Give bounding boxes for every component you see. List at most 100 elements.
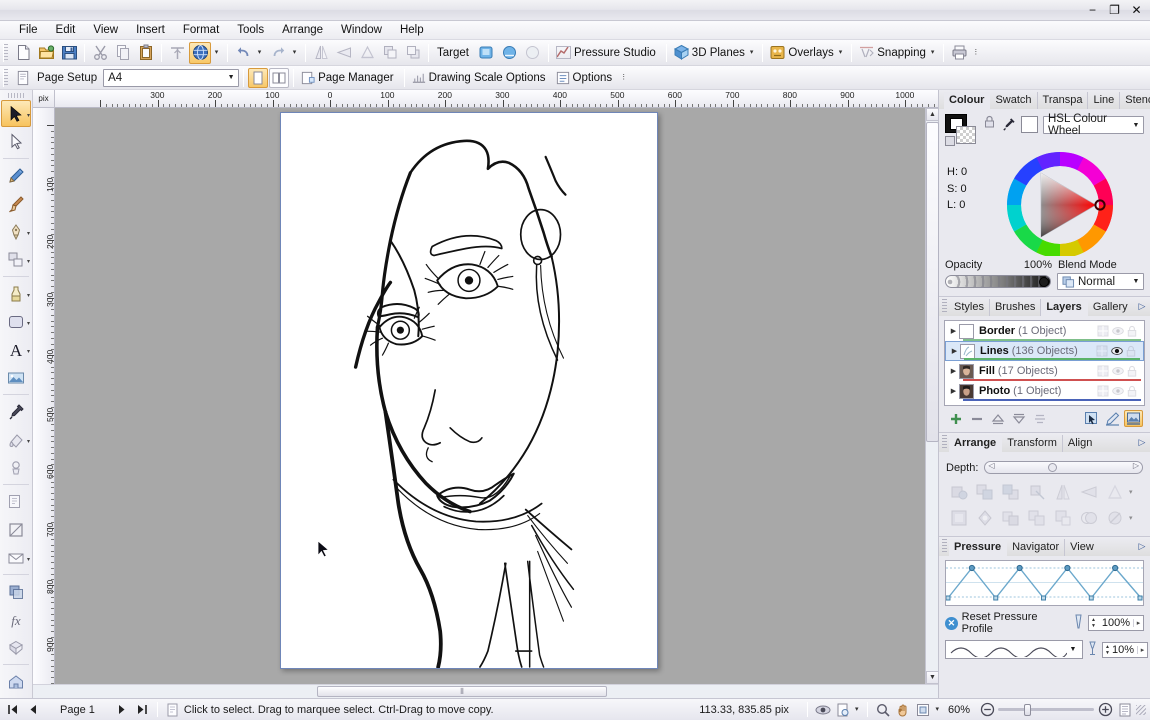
pressure-studio-button[interactable]: Pressure Studio xyxy=(553,42,662,64)
vertical-scroll-thumb[interactable] xyxy=(926,122,939,442)
colour-mode-chevron-down-icon[interactable]: ▼ xyxy=(1129,117,1143,133)
3d-planes-dropdown-icon[interactable]: ▾ xyxy=(749,49,757,56)
layer-visibility-eye-icon[interactable] xyxy=(1111,345,1123,357)
layer-row-border[interactable]: ▶ Border (1 Object) xyxy=(945,321,1144,341)
web-preview-button[interactable] xyxy=(189,41,211,64)
vertical-ruler[interactable]: 10020030040050060070080090010001100 xyxy=(33,108,55,684)
options-button[interactable]: Options xyxy=(553,67,619,89)
canvas-horizontal-scrollbar[interactable]: ⦀ xyxy=(55,685,925,698)
undo-button[interactable] xyxy=(232,42,254,64)
zoom-slider-knob[interactable] xyxy=(1024,703,1031,716)
expand-chevron-right-icon[interactable]: ▶ xyxy=(948,387,959,395)
redo-button[interactable] xyxy=(267,42,289,64)
shape-builder-tool[interactable]: ▾ xyxy=(1,246,31,273)
eyedropper-icon[interactable] xyxy=(1001,114,1016,135)
brush-tool[interactable] xyxy=(1,190,31,217)
group-button[interactable] xyxy=(946,506,971,530)
extrude-tool[interactable] xyxy=(1,634,31,661)
shape-builder-flyout-icon[interactable]: ▾ xyxy=(27,258,30,265)
flip-horizontal-button[interactable] xyxy=(310,42,332,64)
layer-lock-icon[interactable] xyxy=(1126,345,1138,357)
layer-properties-button[interactable] xyxy=(1030,410,1049,427)
zoom-slider[interactable] xyxy=(998,703,1094,716)
page-size-combo[interactable]: A4 ▼ xyxy=(103,68,240,87)
minimize-icon[interactable]: − xyxy=(1086,4,1099,17)
3d-planes-button[interactable]: 3D Planes ▾ xyxy=(671,42,759,64)
reset-colours-button[interactable] xyxy=(945,136,955,146)
image-tool[interactable] xyxy=(1,364,31,391)
zoom-fit-button[interactable] xyxy=(914,701,932,718)
ungroup-button[interactable] xyxy=(972,506,997,530)
bring-forward-button[interactable] xyxy=(379,42,401,64)
previous-page-button[interactable] xyxy=(24,701,42,718)
overlays-dropdown-icon[interactable]: ▾ xyxy=(838,49,846,56)
double-page-view-button[interactable] xyxy=(269,67,290,88)
page-view-dropdown-icon[interactable]: ▾ xyxy=(854,706,862,713)
layer-solo-icon[interactable] xyxy=(1097,385,1109,397)
page-indicator[interactable]: Page 1 xyxy=(44,704,111,716)
menu-tools[interactable]: Tools xyxy=(228,22,273,38)
flip-horizontally-button[interactable] xyxy=(1050,480,1075,504)
ruler-unit-label[interactable]: pix xyxy=(33,90,55,108)
canvas-viewport[interactable] xyxy=(55,108,925,684)
subtract-shapes-button[interactable] xyxy=(1050,506,1075,530)
tab-transparency[interactable]: Transpa xyxy=(1038,91,1089,109)
pressure-profile-combo[interactable]: ▼ xyxy=(945,640,1083,659)
rotate-button[interactable] xyxy=(356,42,378,64)
page-manager-button[interactable]: Page Manager xyxy=(298,67,399,89)
quality-eye-icon[interactable] xyxy=(814,701,832,718)
put-backwards-button[interactable] xyxy=(998,480,1023,504)
lock-icon[interactable] xyxy=(984,115,996,131)
snapping-button[interactable]: Snapping ▾ xyxy=(856,42,939,64)
web-preview-dropdown-icon[interactable]: ▾ xyxy=(212,43,223,63)
canvas-vertical-scrollbar[interactable]: ▲ ▼ xyxy=(925,108,939,684)
rotate-button[interactable] xyxy=(1102,480,1127,504)
first-page-button[interactable] xyxy=(4,701,22,718)
target-group[interactable]: Target xyxy=(433,42,475,64)
menu-insert[interactable]: Insert xyxy=(127,22,174,38)
tab-layers[interactable]: Layers xyxy=(1041,298,1088,316)
scroll-up-arrow[interactable]: ▲ xyxy=(926,108,939,121)
pressure-profile-chevron-down-icon[interactable]: ▼ xyxy=(1067,646,1079,653)
menu-edit[interactable]: Edit xyxy=(47,22,85,38)
layer-visibility-eye-icon[interactable] xyxy=(1112,325,1124,337)
menu-window[interactable]: Window xyxy=(332,22,391,38)
tab-colour[interactable]: Colour xyxy=(944,91,991,109)
scroll-down-arrow[interactable]: ▼ xyxy=(926,671,939,684)
layer-solo-icon[interactable] xyxy=(1097,325,1109,337)
line-colour-swatch[interactable] xyxy=(956,126,976,144)
opacity-slider[interactable] xyxy=(945,275,1051,288)
envelope-tool[interactable]: ▾ xyxy=(1,544,31,571)
move-layer-up-button[interactable] xyxy=(988,410,1007,427)
arrange-panel-more-icon[interactable]: ▷ xyxy=(1134,435,1150,451)
pressure-min-extend-icon[interactable]: ▸ xyxy=(1137,645,1147,654)
page-toolbar-grip[interactable] xyxy=(3,68,8,87)
menu-format[interactable]: Format xyxy=(174,22,228,38)
depth-increase-icon[interactable]: ▷ xyxy=(1133,461,1139,470)
fill-tool[interactable]: ▾ xyxy=(1,280,31,307)
page-view-button[interactable] xyxy=(834,701,852,718)
pan-tool-button[interactable] xyxy=(894,701,912,718)
send-backward-button[interactable] xyxy=(402,42,424,64)
toolbar-overflow-icon[interactable]: ⋮ xyxy=(971,43,982,63)
redo-dropdown-icon[interactable]: ▾ xyxy=(290,43,301,63)
zoom-tool-button[interactable] xyxy=(874,701,892,718)
blend-mode-combo[interactable]: Normal ▼ xyxy=(1057,273,1144,290)
cut-button[interactable] xyxy=(89,42,111,64)
open-document-button[interactable] xyxy=(35,42,57,64)
pressure-profile-graph[interactable] xyxy=(945,560,1144,606)
clone-tool[interactable] xyxy=(1,488,31,515)
rectangle-tool[interactable]: ▾ xyxy=(1,308,31,335)
page-toolbar-overflow-icon[interactable]: ⋮ xyxy=(619,68,630,88)
pressure-panel-more-icon[interactable]: ▷ xyxy=(1134,539,1150,555)
drawing-scale-options-button[interactable]: Drawing Scale Options xyxy=(409,67,552,89)
arrange-panel-grip[interactable] xyxy=(942,435,947,449)
restore-icon[interactable]: ❐ xyxy=(1108,4,1121,17)
layers-panel-more-icon[interactable]: ▷ xyxy=(1134,299,1150,315)
last-page-button[interactable] xyxy=(133,701,151,718)
fill-tool-flyout-icon[interactable]: ▾ xyxy=(27,292,30,299)
menu-file[interactable]: File xyxy=(10,22,47,38)
tab-stencils[interactable]: Stencils xyxy=(1120,92,1150,109)
layer-solo-icon[interactable] xyxy=(1097,365,1109,377)
menu-arrange[interactable]: Arrange xyxy=(273,22,332,38)
